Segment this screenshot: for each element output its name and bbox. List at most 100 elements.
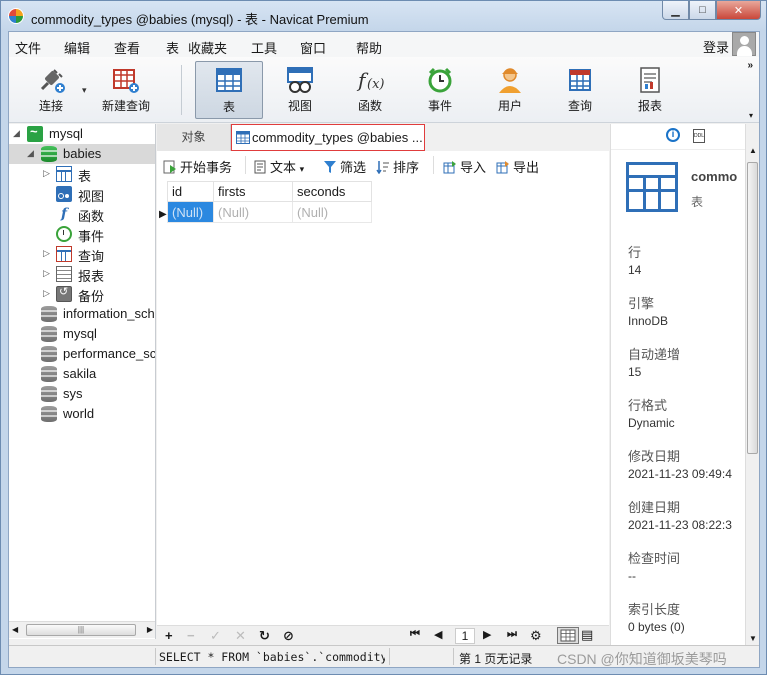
add-record-button[interactable]: + [165,628,173,643]
grid-cell[interactable]: (Null) [292,201,372,223]
connect-button[interactable]: 连接 [17,61,85,119]
next-page-button[interactable]: ▶ [483,628,491,641]
table-button[interactable]: 表 [195,61,263,119]
toolbar-customize-icon[interactable]: ▾ [749,111,753,120]
tree-item-mysql-db[interactable]: mysql [9,324,155,344]
menu-help[interactable]: 帮助 [356,38,382,57]
collapse-arrow-icon[interactable]: ▷ [43,248,50,259]
collapse-arrow-icon[interactable]: ▷ [43,288,50,299]
tab-commodity-types[interactable]: commodity_types @babies ... [231,124,425,151]
tree-item-label: world [63,406,95,421]
column-header-id[interactable]: id [167,181,214,202]
minimize-button[interactable]: ▁ [662,1,689,20]
new-query-button[interactable]: 新建查询 [93,61,159,119]
tree-item-views[interactable]: 视图 [9,184,155,204]
info-vertical-scrollbar[interactable]: ▲ ▼ [745,124,759,645]
function-button[interactable]: f (x) 函数 [336,61,404,119]
expand-arrow-icon[interactable]: ◢ [27,148,34,159]
tree-item-babies[interactable]: ◢ babies [9,144,155,164]
maximize-button[interactable]: □ [689,1,716,20]
menu-window[interactable]: 窗口 [300,38,326,57]
close-button[interactable]: ✕ [716,1,761,20]
first-page-button[interactable]: ⏮ [410,628,420,641]
tree-item-world[interactable]: world [9,404,155,424]
collapse-arrow-icon[interactable]: ▷ [43,268,50,279]
event-button[interactable]: 事件 [406,61,474,119]
menu-edit[interactable]: 编辑 [64,38,90,57]
text-button[interactable]: 文本 ▾ [253,157,304,176]
form-view-button[interactable]: ▤ [581,627,603,644]
scroll-down-icon[interactable]: ▼ [749,634,757,643]
menu-file[interactable]: 文件 [15,38,41,57]
query-button[interactable]: 查询 [546,61,614,119]
grid-cell[interactable]: (Null) [167,201,214,223]
scrollbar-thumb[interactable]: ||| [26,624,136,636]
tree-item-functions[interactable]: f 函数 [9,204,155,224]
tree-item-backups[interactable]: ▷ 备份 [9,284,155,304]
view-button[interactable]: 视图 [266,61,334,119]
apply-changes-button[interactable]: ✓ [210,628,221,644]
page-number-input[interactable]: 1 [455,628,475,644]
info-label-check-time: 检查时间 [628,551,681,566]
tree-item-tables[interactable]: ▷ 表 [9,164,155,184]
refresh-button[interactable]: ↻ [259,628,270,644]
menu-favorites[interactable]: 收藏夹 [188,38,227,57]
tab-objects[interactable]: 对象 [157,124,231,151]
tab-label: commodity_types @babies ... [252,130,423,145]
expand-arrow-icon[interactable]: ◢ [13,128,20,139]
title-bar[interactable]: commodity_types @babies (mysql) - 表 - Na… [1,1,766,31]
menu-view[interactable]: 查看 [114,38,140,57]
filter-button[interactable]: 筛选 [323,157,366,176]
tree-item-reports[interactable]: ▷ 报表 [9,264,155,284]
text-document-icon [254,160,266,174]
login-link[interactable]: 登录 [703,37,729,56]
user-button[interactable]: 用户 [476,61,544,119]
tree-item-performance-schema[interactable]: performance_sc [9,344,155,364]
tree-item-sys[interactable]: sys [9,384,155,404]
toolbar-overflow-icon[interactable]: » [747,60,753,71]
scroll-up-icon[interactable]: ▲ [749,146,757,155]
scroll-left-icon[interactable]: ◀ [12,625,18,634]
prev-page-button[interactable]: ◀ [434,628,442,641]
sort-button[interactable]: 排序 [376,157,419,176]
menu-tools[interactable]: 工具 [251,38,277,57]
tree-item-sakila[interactable]: sakila [9,364,155,384]
tree-item-events[interactable]: 事件 [9,224,155,244]
query-icon [565,65,595,95]
settings-gear-icon[interactable]: ⚙ [530,628,542,644]
import-button[interactable]: 导入 [443,157,486,176]
report-button[interactable]: 报表 [616,61,684,119]
table-icon [56,166,72,182]
tree-item-queries[interactable]: ▷ 查询 [9,244,155,264]
begin-transaction-button[interactable]: 开始事务 [163,157,232,176]
column-header-seconds[interactable]: seconds [292,181,372,202]
connect-dropdown-icon[interactable]: ▾ [82,85,87,96]
tab-strip: 对象 commodity_types @babies ... [157,124,609,151]
info-icon[interactable]: i [666,128,680,142]
main-toolbar: 连接 ▾ 新建查询 表 视图 f (x) 函数 事件 用户 查询 报表 » ▾ [9,57,759,123]
export-button[interactable]: 导出 [496,157,539,176]
column-header-firsts[interactable]: firsts [213,181,293,202]
delete-record-button[interactable]: − [187,628,195,643]
info-label-created: 创建日期 [628,500,681,515]
discard-changes-button[interactable]: ✕ [235,628,246,644]
scrollbar-thumb[interactable] [747,162,758,454]
scroll-right-icon[interactable]: ▶ [147,625,153,634]
user-avatar-icon[interactable] [732,32,756,56]
collapse-arrow-icon[interactable]: ▷ [43,168,50,179]
report-icon [635,65,665,95]
text-dropdown-icon[interactable]: ▾ [300,164,305,174]
ddl-icon[interactable]: DDL [693,129,705,143]
tree-item-mysql-connection[interactable]: ◢ mysql [9,124,155,144]
tree-item-label: sys [63,386,83,401]
tree-horizontal-scrollbar[interactable]: ◀ ||| ▶ [9,621,155,638]
window-title: commodity_types @babies (mysql) - 表 - Na… [31,12,369,27]
stop-button[interactable]: ⊘ [283,628,294,644]
grid-view-button[interactable] [557,627,579,644]
menu-table[interactable]: 表 [166,38,179,57]
tree-item-information-schema[interactable]: information_sch [9,304,155,324]
object-info-panel: i DDL commo 表 行 14 引擎 InnoDB 自动递增 15 行格式… [610,124,745,645]
table-row[interactable]: (Null) (Null) (Null) [167,201,372,223]
last-page-button[interactable]: ⏭ [507,628,517,641]
grid-cell[interactable]: (Null) [213,201,293,223]
